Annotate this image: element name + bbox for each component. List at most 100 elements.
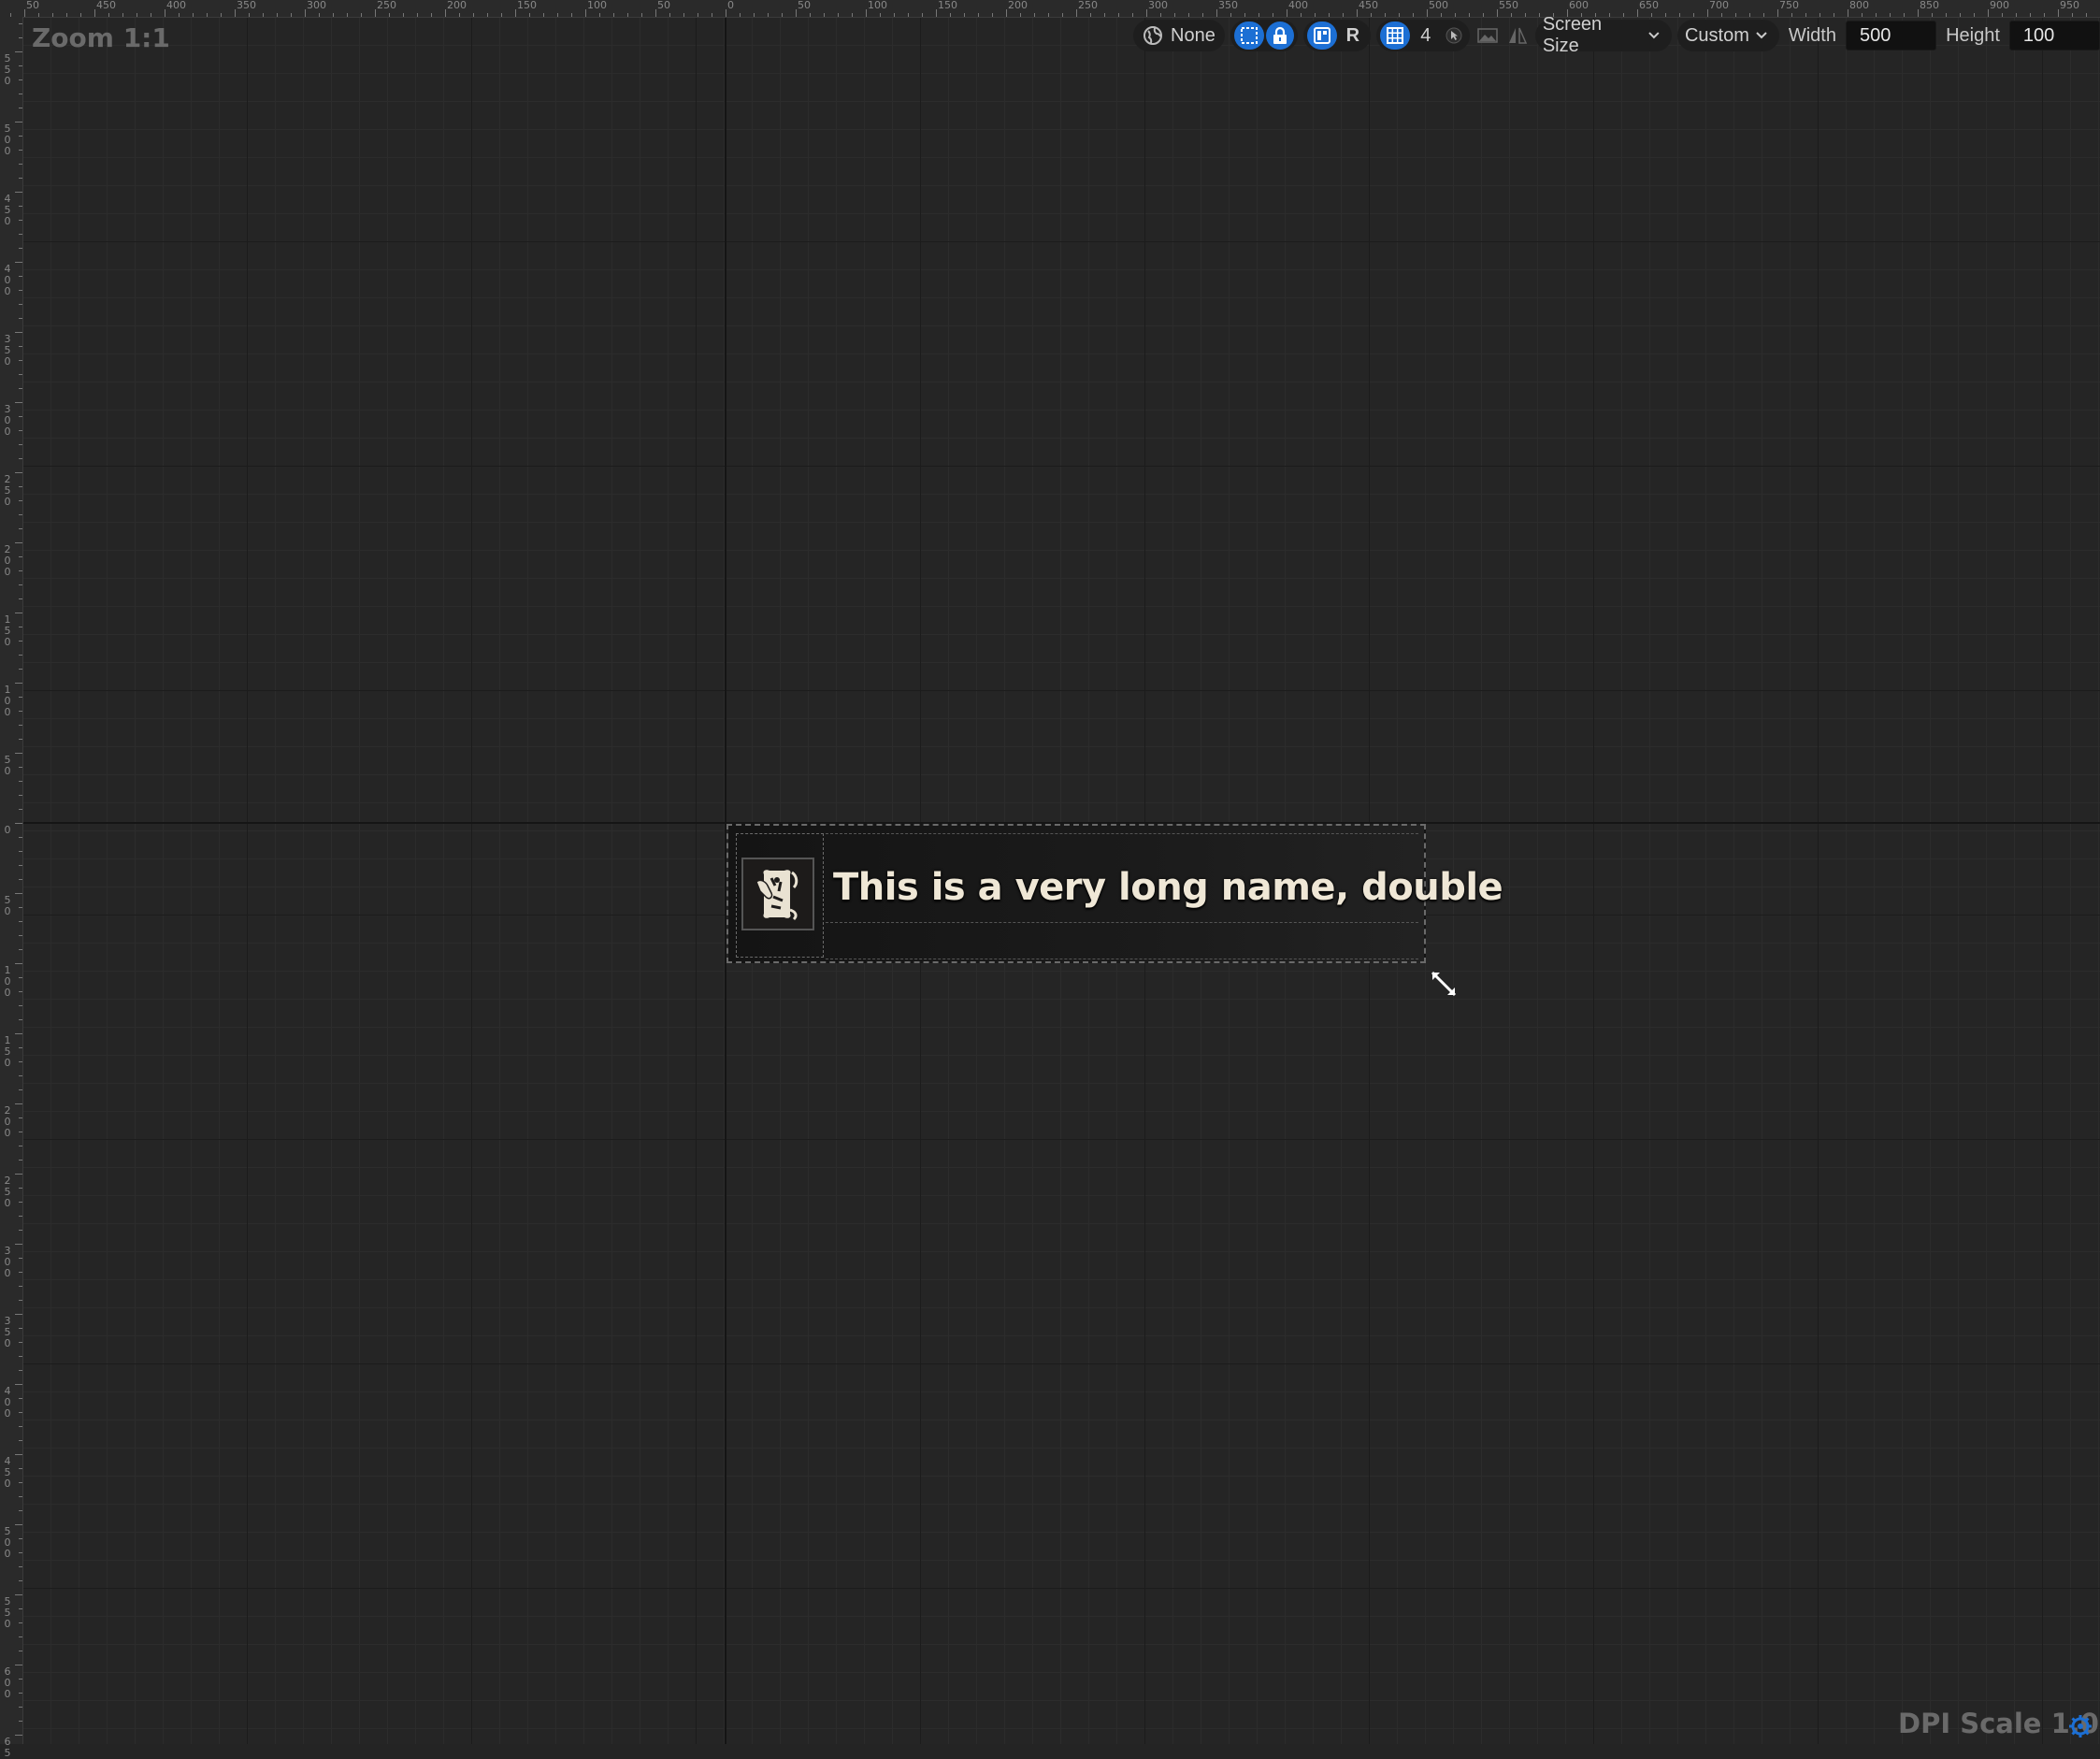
ruler-minor-tick xyxy=(19,893,22,894)
ruler-minor-tick xyxy=(1455,13,1456,17)
ruler-minor-tick xyxy=(1946,13,1947,17)
ruler-minor-tick xyxy=(19,220,22,221)
globe-icon[interactable] xyxy=(1137,22,1169,50)
landscape-icon[interactable] xyxy=(1475,22,1500,50)
ruler-minor-tick xyxy=(1679,13,1680,17)
layout-icon[interactable] xyxy=(1306,22,1337,50)
widget-preview[interactable]: This is a very long name, double xyxy=(726,824,1503,963)
top-ruler: 50 450 400 350 300 250 200 150 100 50 0 50 100 150 200… xyxy=(0,0,2100,18)
designer-toolbar: None R 4 Screen Size Custom Width 500 He… xyxy=(1133,14,2100,56)
ruler-minor-tick xyxy=(1090,13,1091,17)
ruler-minor-tick xyxy=(19,1174,22,1175)
ruler-minor-tick xyxy=(445,13,446,17)
ruler-label: 400 xyxy=(166,0,186,11)
ruler-minor-tick xyxy=(94,13,95,17)
ruler-minor-tick xyxy=(501,13,502,17)
respect-locks-button[interactable]: R xyxy=(1339,22,1367,50)
ruler-minor-tick xyxy=(1188,13,1189,17)
width-label: Width xyxy=(1788,24,1836,46)
ruler-minor-tick xyxy=(1202,13,1203,17)
ruler-minor-tick xyxy=(1413,13,1414,17)
ruler-minor-tick xyxy=(19,444,22,445)
ruler-label: 250 xyxy=(1078,0,1098,11)
resize-handle-icon[interactable] xyxy=(1429,969,1459,999)
width-input[interactable]: 500 xyxy=(1845,21,1937,50)
ruler-minor-tick xyxy=(1385,13,1386,17)
ruler-minor-tick xyxy=(19,753,22,754)
ruler-minor-tick xyxy=(19,206,22,207)
ruler-minor-tick xyxy=(19,1468,22,1469)
ruler-minor-tick xyxy=(908,13,909,17)
ruler-label: 850 xyxy=(1920,0,1939,11)
ruler-minor-tick xyxy=(655,13,656,17)
lock-icon[interactable] xyxy=(1265,22,1294,50)
flip-icon[interactable] xyxy=(1505,22,1530,50)
ruler-label: 50 xyxy=(657,0,670,11)
ruler-label: 4 0 0 xyxy=(4,263,11,297)
ruler-minor-tick xyxy=(19,430,22,431)
ruler-minor-tick xyxy=(950,13,951,17)
fill-mode-dropdown[interactable]: Custom xyxy=(1676,20,1779,51)
ruler-minor-tick xyxy=(1006,13,1007,17)
culture-preview-group[interactable]: None xyxy=(1133,20,1225,51)
ruler-label: 650 xyxy=(1639,0,1659,11)
ruler-minor-tick xyxy=(1118,13,1119,17)
ruler-minor-tick xyxy=(38,13,39,17)
ruler-minor-tick xyxy=(1230,13,1231,17)
grid-size-value[interactable]: 4 xyxy=(1412,22,1440,50)
ruler-minor-tick xyxy=(19,79,22,80)
zoom-label: Zoom 1:1 xyxy=(32,22,170,53)
ruler-minor-tick xyxy=(19,1496,22,1497)
ruler-minor-tick xyxy=(936,13,937,17)
ruler-minor-tick xyxy=(19,935,22,936)
ruler-minor-tick xyxy=(235,13,236,17)
ruler-minor-tick xyxy=(2030,13,2031,17)
ruler-minor-tick xyxy=(19,1244,22,1245)
height-input[interactable]: 100 xyxy=(2008,21,2100,50)
item-name-text: This is a very long name, double xyxy=(833,866,1503,909)
ruler-minor-tick xyxy=(19,458,22,459)
ruler-minor-tick xyxy=(291,13,292,17)
ruler-label: 450 xyxy=(96,0,116,11)
icon-slot[interactable] xyxy=(736,833,824,958)
ruler-minor-tick xyxy=(19,1160,22,1161)
ghost-banner-icon xyxy=(741,858,814,930)
grid-icon[interactable] xyxy=(1379,22,1410,50)
ruler-minor-tick xyxy=(333,13,334,17)
ruler-label: 2 5 0 xyxy=(4,1175,11,1209)
ruler-minor-tick xyxy=(19,795,22,796)
ruler-minor-tick xyxy=(1048,13,1049,17)
ruler-minor-tick xyxy=(19,1721,22,1722)
ruler-minor-tick xyxy=(2072,13,2073,17)
ruler-minor-tick xyxy=(347,13,348,17)
ruler-minor-tick xyxy=(19,1314,22,1315)
ruler-minor-tick xyxy=(1890,13,1891,17)
screen-size-label: Screen Size xyxy=(1542,14,1603,56)
ruler-minor-tick xyxy=(978,13,979,17)
ruler-minor-tick xyxy=(19,1580,22,1581)
cursor-icon[interactable] xyxy=(1442,22,1466,50)
ruler-label: 6 0 0 xyxy=(4,1665,11,1700)
ruler-minor-tick xyxy=(964,13,965,17)
ruler-minor-tick xyxy=(1020,13,1021,17)
ruler-minor-tick xyxy=(1735,13,1736,17)
ruler-minor-tick xyxy=(1511,13,1512,17)
ruler-minor-tick xyxy=(19,346,22,347)
ruler-label: 5 0 xyxy=(4,894,11,917)
name-text-slot[interactable]: This is a very long name, double xyxy=(826,833,1503,959)
gear-icon[interactable] xyxy=(2068,1714,2093,1738)
text-bounds-line xyxy=(826,922,1418,923)
ruler-minor-tick xyxy=(19,1636,22,1637)
ruler-minor-tick xyxy=(1174,13,1175,17)
ruler-label: 3 0 0 xyxy=(4,1245,11,1279)
ruler-label: 5 0 0 xyxy=(4,1525,11,1560)
marquee-select-icon[interactable] xyxy=(1233,22,1264,50)
ruler-minor-tick xyxy=(19,402,22,403)
ruler-minor-tick xyxy=(19,879,22,880)
ruler-minor-tick xyxy=(19,1622,22,1623)
ruler-minor-tick xyxy=(1343,13,1344,17)
ruler-label: 950 xyxy=(2060,0,2079,11)
ruler-minor-tick xyxy=(305,13,306,17)
ruler-minor-tick xyxy=(571,13,572,17)
screen-size-dropdown[interactable]: Screen Size xyxy=(1534,14,1672,56)
